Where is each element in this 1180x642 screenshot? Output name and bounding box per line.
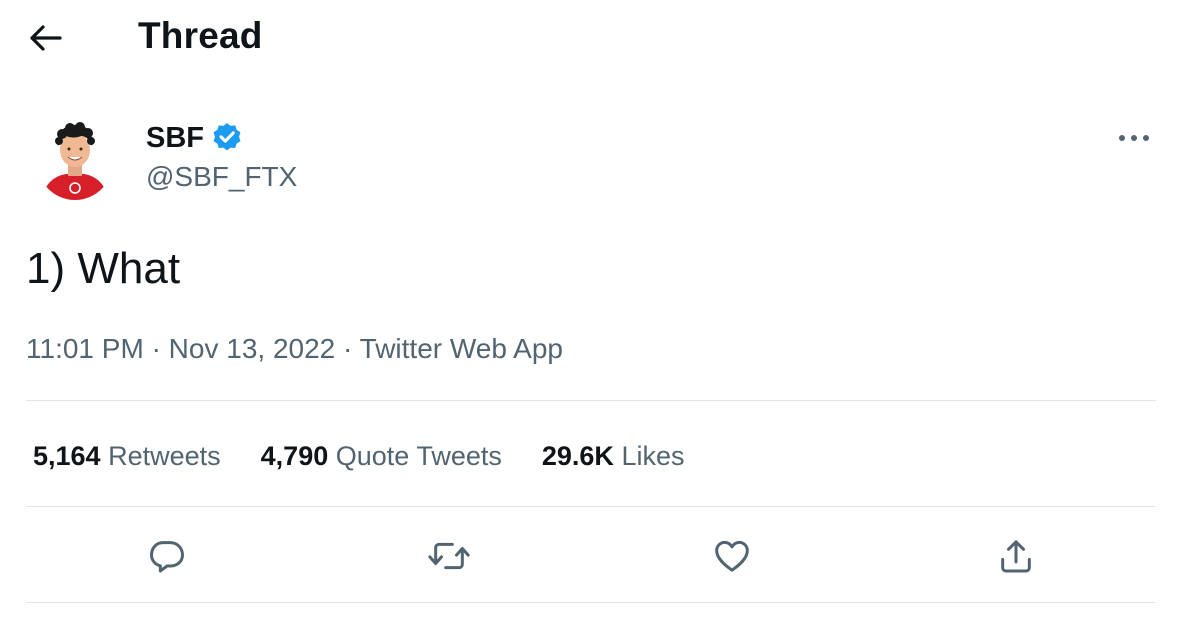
- heart-icon: [712, 536, 752, 576]
- author-display-name: SBF: [146, 122, 204, 154]
- retweets-label: Retweets: [108, 441, 221, 471]
- divider: [26, 400, 1156, 401]
- quote-tweets-stat[interactable]: 4,790 Quote Tweets: [261, 438, 502, 474]
- tweet-text: 1) What: [26, 244, 181, 293]
- retweet-icon: [427, 536, 471, 576]
- likes-label: Likes: [621, 441, 685, 471]
- divider: [26, 506, 1156, 507]
- page-title: Thread: [138, 15, 263, 56]
- tweet-time[interactable]: 11:01 PM: [26, 333, 144, 364]
- avatar[interactable]: [36, 118, 114, 200]
- verified-badge-icon: [210, 121, 244, 155]
- quote-tweets-count: 4,790: [260, 441, 329, 471]
- share-icon: [996, 536, 1036, 576]
- retweets-stat[interactable]: 5,164 Retweets: [33, 438, 221, 474]
- reply-button[interactable]: [145, 534, 189, 578]
- arrow-left-icon: [29, 24, 63, 52]
- thread-page: Thread SBF @SBF_FTX 1) What 11:01 PM · N…: [0, 0, 1180, 642]
- author-name[interactable]: SBF: [146, 120, 244, 156]
- divider: [26, 602, 1156, 603]
- back-button[interactable]: [26, 18, 66, 58]
- tweet-source[interactable]: Twitter Web App: [360, 333, 563, 364]
- tweet-metadata: 11:01 PM · Nov 13, 2022 · Twitter Web Ap…: [26, 331, 563, 367]
- retweet-button[interactable]: [427, 534, 471, 578]
- retweets-count: 5,164: [33, 441, 101, 471]
- author-handle[interactable]: @SBF_FTX: [146, 160, 297, 194]
- tweet-date[interactable]: Nov 13, 2022: [169, 333, 336, 364]
- header: Thread: [0, 0, 1180, 72]
- quote-tweets-label: Quote Tweets: [335, 441, 502, 471]
- reply-icon: [147, 536, 187, 576]
- like-button[interactable]: [710, 534, 754, 578]
- tweet-stats: 5,164 Retweets 4,790 Quote Tweets 29.6K …: [33, 438, 684, 474]
- likes-count: 29.6K: [541, 441, 614, 471]
- more-dots-icon: [1118, 134, 1150, 142]
- share-button[interactable]: [994, 534, 1038, 578]
- likes-stat[interactable]: 29.6K Likes: [542, 438, 685, 474]
- meta-separator: ·: [343, 333, 353, 364]
- more-options-button[interactable]: [1114, 122, 1154, 154]
- meta-separator: ·: [151, 333, 161, 364]
